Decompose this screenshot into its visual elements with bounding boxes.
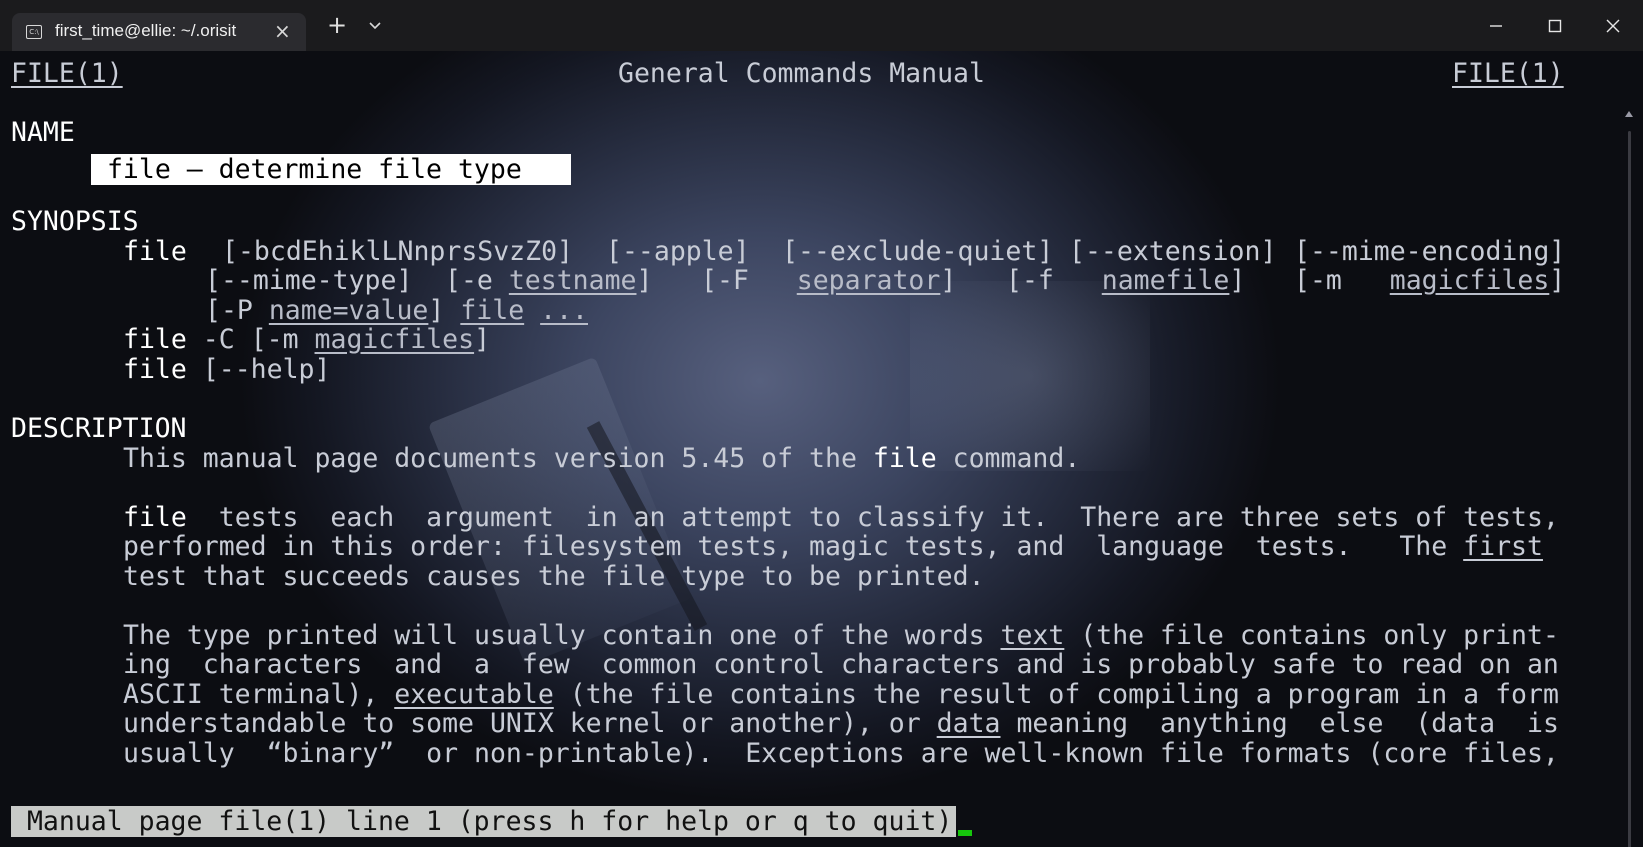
description-line: performed in this order: filesystem test… — [123, 531, 1543, 562]
close-tab-icon[interactable]: × — [274, 19, 291, 43]
close-window-icon[interactable] — [1601, 14, 1625, 38]
name-description: file — determine file type — [91, 154, 538, 185]
synopsis-option: [--extension] — [1069, 236, 1277, 267]
synopsis-option: [--exclude-quiet] — [782, 236, 1054, 267]
scrollbar-thumb[interactable] — [1628, 131, 1631, 847]
title-bar: C:\ first_time@ellie: ~/.orisit × + — [0, 0, 1643, 51]
synopsis-option: [--mime-type] — [205, 265, 413, 296]
synopsis-option: [--apple] — [606, 236, 750, 267]
man-header-left: FILE(1) — [11, 58, 123, 89]
terminal-viewport[interactable]: FILE(1) General Commands Manual FILE(1) … — [0, 51, 1643, 847]
terminal-tab[interactable]: C:\ first_time@ellie: ~/.orisit × — [12, 13, 306, 51]
section-synopsis-heading: SYNOPSIS — [11, 206, 139, 237]
synopsis-option: [-e testname] — [445, 265, 653, 296]
synopsis-option: [-m magicfiles] — [1294, 265, 1566, 296]
description-line: ing characters and a few common control … — [123, 649, 1559, 680]
synopsis-option: [-f namefile] — [1006, 265, 1246, 296]
synopsis-option: [-P name=value] file ... — [205, 295, 588, 326]
section-name-heading: NAME — [11, 117, 75, 148]
chevron-down-icon[interactable] — [368, 18, 382, 32]
description-line: This manual page documents version 5.45 … — [123, 443, 1081, 474]
description-line: usually “binary” or non-printable). Exce… — [123, 738, 1559, 769]
synopsis-option: [-bcdEhiklLNnprsSvzZ0] — [222, 236, 573, 267]
section-description-heading: DESCRIPTION — [11, 413, 187, 444]
scroll-up-icon[interactable] — [1624, 109, 1634, 119]
synopsis-line: file -C [-m magicfiles] — [123, 324, 491, 355]
terminal-icon: C:\ — [26, 25, 42, 39]
synopsis-line: file — [123, 236, 187, 267]
man-header-right: FILE(1) — [1452, 58, 1564, 89]
tab-title: first_time@ellie: ~/.orisit — [55, 21, 237, 40]
description-line: test that succeeds causes the file type … — [123, 561, 985, 592]
synopsis-option: [--mime-encoding] — [1294, 236, 1566, 267]
description-line: file tests each argument in an attempt t… — [123, 502, 1559, 533]
man-header-center: General Commands Manual — [618, 58, 985, 89]
description-line: understandable to some UNIX kernel or an… — [123, 708, 1559, 739]
maximize-icon[interactable] — [1543, 14, 1567, 38]
description-line: ASCII terminal), executable (the file co… — [123, 679, 1559, 710]
synopsis-line: file [--help] — [123, 354, 331, 385]
description-line: The type printed will usually contain on… — [123, 620, 1559, 651]
text-cursor — [958, 830, 972, 836]
new-tab-button[interactable]: + — [327, 13, 347, 37]
minimize-icon[interactable] — [1484, 14, 1508, 38]
synopsis-option: [-F separator] — [701, 265, 957, 296]
pager-status-text: Manual page file(1) line 1 (press h for … — [11, 806, 953, 837]
